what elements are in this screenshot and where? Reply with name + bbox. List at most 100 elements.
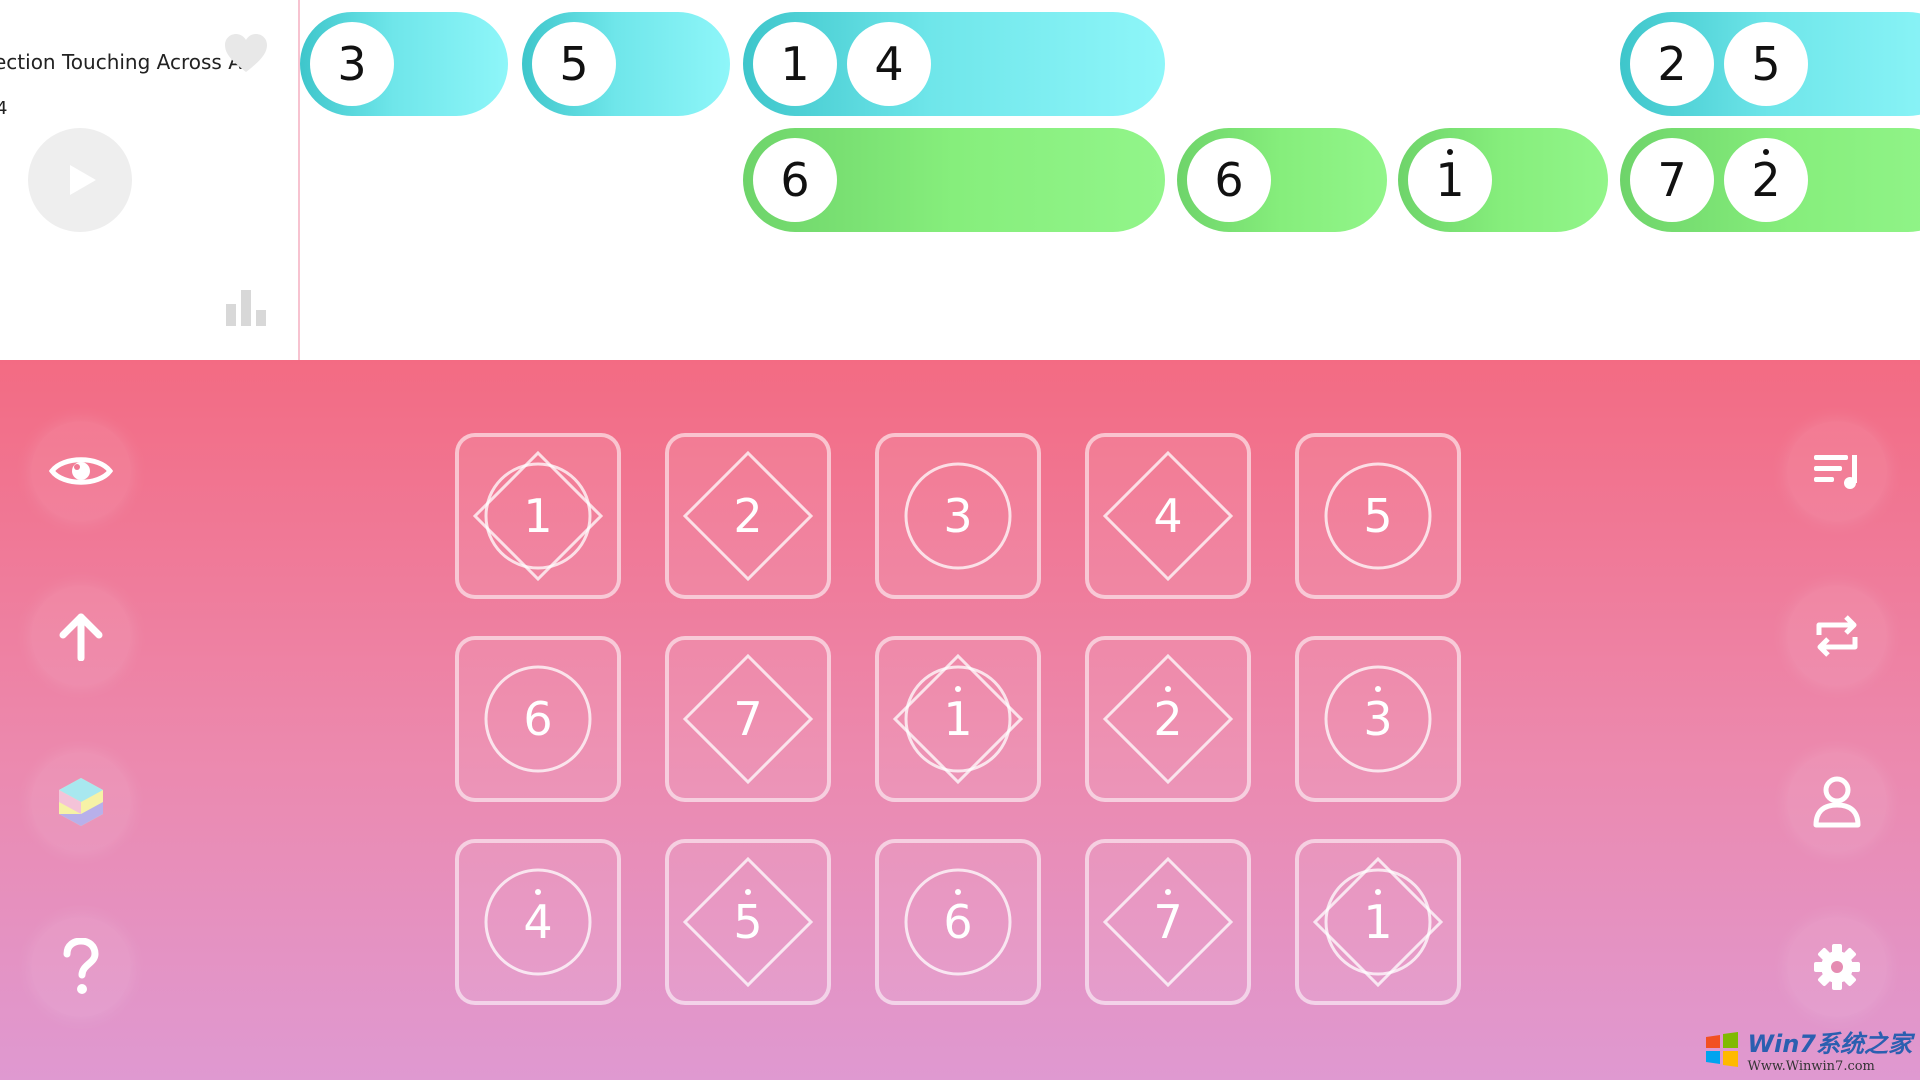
- watermark: Win7系统之家 Www.Winwin7.com: [1702, 1024, 1912, 1074]
- note-bubble: 6: [753, 138, 837, 222]
- note-label: 6: [1214, 153, 1244, 207]
- pad-label: 2: [1153, 692, 1183, 746]
- note-pad[interactable]: 1: [455, 433, 621, 599]
- note-bubble: 1: [1408, 138, 1492, 222]
- note-bubble: 2: [1724, 138, 1808, 222]
- question-icon: [63, 938, 99, 994]
- note-pad[interactable]: 3: [1295, 636, 1461, 802]
- pad-label-wrap: 7: [669, 640, 827, 798]
- note-pad[interactable]: 1: [875, 636, 1041, 802]
- play-icon: [70, 165, 96, 195]
- pad-label-wrap: 2: [669, 437, 827, 595]
- pad-label: 6: [523, 692, 553, 746]
- song-subtitle: 4: [0, 98, 7, 119]
- pad-label: 6: [943, 895, 973, 949]
- pad-label-wrap: 3: [879, 437, 1037, 595]
- settings-button[interactable]: [1787, 917, 1887, 1017]
- pad-label: 1: [1363, 895, 1393, 949]
- user-button[interactable]: [1787, 752, 1887, 852]
- playlist-button[interactable]: [1787, 421, 1887, 521]
- note-pad[interactable]: 6: [875, 839, 1041, 1005]
- pad-label-wrap: 4: [1089, 437, 1247, 595]
- help-button[interactable]: [31, 917, 131, 1017]
- note-label: 2: [1751, 153, 1781, 207]
- pad-label: 5: [733, 895, 763, 949]
- arrow-up-button[interactable]: [31, 586, 131, 686]
- note-timeline: 3 5 1 4 2 5 6 6 1 7 2: [300, 0, 1920, 360]
- note-bubble: 2: [1630, 22, 1714, 106]
- note-pad[interactable]: 1: [1295, 839, 1461, 1005]
- note-pad[interactable]: 3: [875, 433, 1041, 599]
- pad-label: 1: [943, 692, 973, 746]
- user-icon: [1813, 776, 1861, 828]
- hexagon-skin-icon: [59, 778, 103, 826]
- pad-label-wrap: 2: [1089, 640, 1247, 798]
- note-bubble: 4: [847, 22, 931, 106]
- arrow-up-icon: [59, 613, 103, 661]
- note-pad[interactable]: 4: [455, 839, 621, 1005]
- note-bubble: 7: [1630, 138, 1714, 222]
- pad-label-wrap: 5: [669, 843, 827, 1001]
- note-label: 6: [780, 153, 810, 207]
- note-pad[interactable]: 7: [665, 636, 831, 802]
- note-label: 2: [1657, 37, 1687, 91]
- pad-label: 3: [943, 489, 973, 543]
- note-bar: 2 5: [1620, 12, 1920, 116]
- note-pad[interactable]: 4: [1085, 433, 1251, 599]
- note-pad[interactable]: 5: [665, 839, 831, 1005]
- pad-label-wrap: 1: [1299, 843, 1457, 1001]
- note-label: 5: [1751, 37, 1781, 91]
- note-bar: 7 2: [1620, 128, 1920, 232]
- note-pad[interactable]: 2: [665, 433, 831, 599]
- note-label: 7: [1657, 153, 1687, 207]
- note-bar: 6: [743, 128, 1165, 232]
- bar-chart-icon[interactable]: [226, 288, 268, 326]
- note-bar: 5: [522, 12, 730, 116]
- note-label: 1: [1435, 153, 1465, 207]
- note-bar: 3: [300, 12, 508, 116]
- pad-label-wrap: 3: [1299, 640, 1457, 798]
- note-bubble: 5: [1724, 22, 1808, 106]
- pad-label: 4: [523, 895, 553, 949]
- pad-label-wrap: 1: [879, 640, 1037, 798]
- note-bar: 1 4: [743, 12, 1165, 116]
- note-pad[interactable]: 5: [1295, 433, 1461, 599]
- gear-icon: [1814, 944, 1860, 990]
- windows-logo-icon: [1705, 1032, 1738, 1067]
- note-pad[interactable]: 7: [1085, 839, 1251, 1005]
- song-title: ection Touching Across A: [0, 50, 242, 74]
- pad-label: 7: [1153, 895, 1183, 949]
- note-pad[interactable]: 2: [1085, 636, 1251, 802]
- watermark-url: Www.Winwin7.com: [1747, 1059, 1875, 1074]
- eye-icon: [49, 457, 113, 485]
- pad-label: 3: [1363, 692, 1393, 746]
- note-label: 1: [780, 37, 810, 91]
- note-bar: 1: [1398, 128, 1608, 232]
- watermark-title: Win7系统之家: [1747, 1030, 1912, 1058]
- note-bubble: 5: [532, 22, 616, 106]
- pad-label: 2: [733, 489, 763, 543]
- note-bar: 6: [1177, 128, 1387, 232]
- pad-label-wrap: 5: [1299, 437, 1457, 595]
- pad-label-wrap: 4: [459, 843, 617, 1001]
- play-button[interactable]: [28, 128, 132, 232]
- repeat-button[interactable]: [1787, 586, 1887, 686]
- pad-label-wrap: 6: [459, 640, 617, 798]
- pad-label: 7: [733, 692, 763, 746]
- repeat-icon: [1816, 615, 1858, 657]
- pad-label: 4: [1153, 489, 1183, 543]
- note-bubble: 6: [1187, 138, 1271, 222]
- note-label: 3: [337, 37, 367, 91]
- heart-icon[interactable]: [222, 30, 270, 78]
- note-label: 4: [874, 37, 904, 91]
- playlist-icon: [1814, 455, 1857, 489]
- pad-label: 5: [1363, 489, 1393, 543]
- eye-button[interactable]: [31, 421, 131, 521]
- pad-label-wrap: 6: [879, 843, 1037, 1001]
- note-bubble: 3: [310, 22, 394, 106]
- skin-button[interactable]: [31, 752, 131, 852]
- timeline-area: ection Touching Across A 4 3 5 1 4 2 5: [0, 0, 1920, 360]
- pad-label-wrap: 1: [459, 437, 617, 595]
- note-pad[interactable]: 6: [455, 636, 621, 802]
- pad-area: 1 2 3 4 5 6 7 1 2 3 4 5 6 7 1 Win7系统之家 Www.Winwin7.com: [0, 360, 1920, 1080]
